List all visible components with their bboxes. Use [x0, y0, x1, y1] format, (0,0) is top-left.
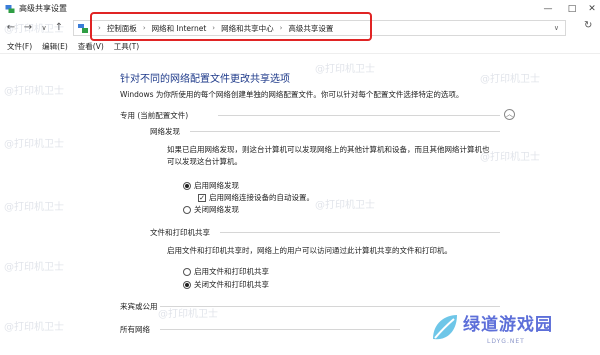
disable-file-printer-sharing-option[interactable]: 关闭文件和打印机共享 [183, 279, 269, 290]
network-discovery-text-1: 如果已启用网络发现，则这台计算机可以发现网络上的其他计算机和设备，而且其他网络计… [167, 145, 490, 154]
private-profile-header[interactable]: 专用 (当前配置文件) [120, 110, 188, 121]
enable-network-discovery-option[interactable]: 启用网络发现 [183, 180, 239, 191]
radio-button[interactable] [183, 205, 191, 214]
file-printer-sharing-text: 启用文件和打印机共享时，网络上的用户可以访问通过此计算机共享的文件和打印机。 [167, 246, 452, 255]
menu-view[interactable]: 查看(V) [78, 41, 104, 52]
section-divider [160, 329, 400, 330]
file-printer-sharing-title: 文件和打印机共享 [150, 228, 210, 237]
watermark: @打印机卫士 [315, 200, 375, 211]
address-dropdown-icon[interactable]: ∨ [554, 24, 559, 32]
watermark: @打印机卫士 [158, 309, 218, 320]
radio-button[interactable] [183, 181, 191, 190]
watermark: @打印机卫士 [480, 152, 540, 163]
disable-network-discovery-option[interactable]: 关闭网络发现 [183, 204, 239, 215]
watermark: @打印机卫士 [4, 262, 64, 273]
page-description: Windows 为你所使用的每个网络创建单独的网络配置文件。你可以针对每个配置文… [120, 90, 464, 99]
watermark: @打印机卫士 [4, 322, 64, 333]
guest-public-header[interactable]: 来宾或公用 [120, 301, 158, 312]
section-divider [220, 232, 500, 233]
maximize-icon[interactable]: □ [562, 0, 582, 17]
address-highlight-box [90, 12, 372, 41]
watermark: @打印机卫士 [4, 86, 64, 97]
control-panel-icon [78, 23, 88, 33]
menu-tools[interactable]: 工具(T) [114, 41, 139, 52]
watermark: @打印机卫士 [315, 64, 375, 75]
page-title: 针对不同的网络配置文件更改共享选项 [120, 74, 290, 85]
option-label: 关闭网络发现 [194, 205, 239, 214]
watermark: @打印机卫士 [4, 139, 64, 150]
minimize-icon[interactable]: — [538, 0, 558, 17]
menu-bar: 文件(F) 编辑(E) 查看(V) 工具(T) [0, 39, 600, 54]
option-label: 启用网络发现 [194, 181, 239, 190]
radio-button[interactable] [183, 280, 191, 289]
network-discovery-title: 网络发现 [150, 127, 180, 136]
window-title: 高级共享设置 [19, 4, 67, 13]
radio-button[interactable] [183, 267, 191, 276]
watermark: @打印机卫士 [4, 24, 64, 35]
section-divider [218, 115, 500, 116]
auto-setup-checkbox-option[interactable]: ✓ 启用网络连接设备的自动设置。 [198, 192, 314, 203]
site-logo: 绿道游戏园 LDYG.NET [425, 305, 595, 355]
logo-text: 绿道游戏园 [463, 315, 553, 335]
option-label: 启用文件和打印机共享 [194, 267, 269, 276]
option-label: 关闭文件和打印机共享 [194, 280, 269, 289]
menu-edit[interactable]: 编辑(E) [42, 41, 68, 52]
section-divider [190, 131, 500, 132]
network-discovery-text-2: 可以发现这台计算机。 [167, 157, 242, 166]
logo-subtext: LDYG.NET [487, 338, 525, 345]
all-networks-header[interactable]: 所有网络 [120, 324, 150, 335]
refresh-icon[interactable]: ↻ [584, 20, 592, 31]
network-icon [5, 4, 15, 14]
enable-file-printer-sharing-option[interactable]: 启用文件和打印机共享 [183, 266, 269, 277]
checkbox[interactable]: ✓ [198, 193, 206, 202]
watermark: @打印机卫士 [480, 74, 540, 85]
menu-file[interactable]: 文件(F) [7, 41, 32, 52]
close-icon[interactable]: ✕ [582, 0, 600, 17]
collapse-chevron-icon[interactable]: ︿ [504, 109, 515, 120]
watermark: @打印机卫士 [4, 202, 64, 213]
leaf-logo-icon [433, 315, 457, 340]
option-label: 启用网络连接设备的自动设置。 [209, 193, 314, 202]
